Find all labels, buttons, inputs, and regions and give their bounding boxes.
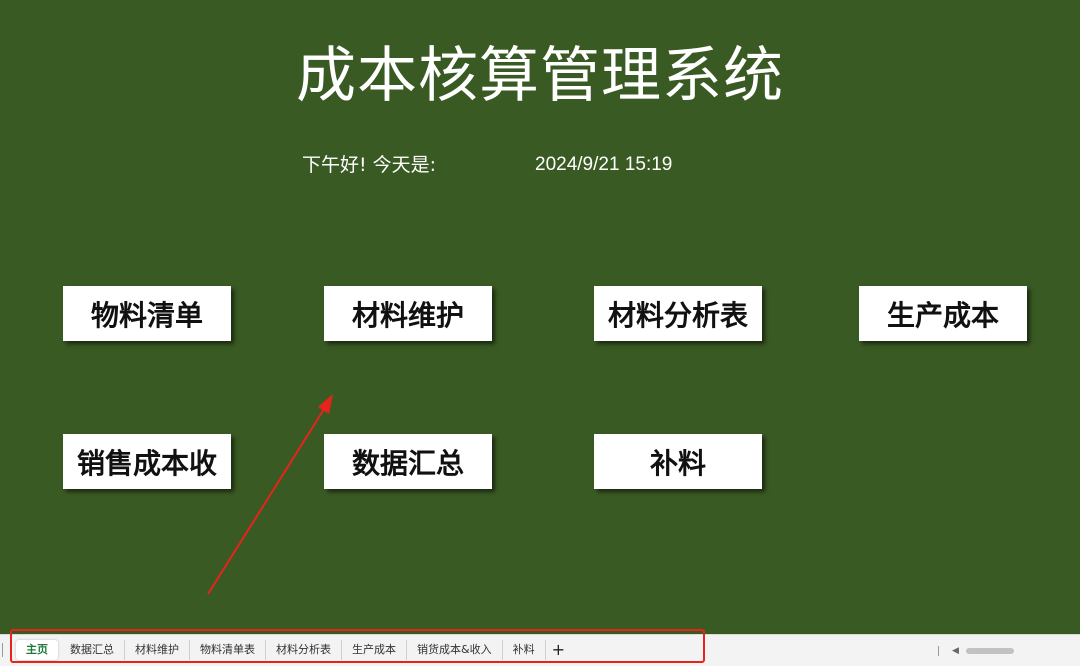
tab-material-analysis[interactable]: 材料分析表 — [266, 640, 342, 660]
chevron-left-icon[interactable]: ◀ — [952, 644, 959, 658]
tab-material-maintenance[interactable]: 材料维护 — [125, 640, 190, 660]
sheet-tab-bar: 主页 数据汇总 材料维护 物料清单表 材料分析表 生产成本 销货成本&收入 补料… — [0, 634, 1080, 666]
sheet-tabs: 主页 数据汇总 材料维护 物料清单表 材料分析表 生产成本 销货成本&收入 补料… — [16, 638, 571, 662]
material-analysis-button[interactable]: 材料分析表 — [594, 286, 762, 341]
dashboard-sheet: 成本核算管理系统 下午好! 今天是: 2024/9/21 15:19 物料清单 … — [0, 0, 1080, 634]
tab-bar-divider — [2, 643, 3, 657]
tab-data-summary[interactable]: 数据汇总 — [60, 640, 125, 660]
production-cost-button[interactable]: 生产成本 — [859, 286, 1027, 341]
page-title: 成本核算管理系统 — [296, 41, 784, 111]
tab-materials-list[interactable]: 物料清单表 — [190, 640, 266, 660]
sales-cost-income-button[interactable]: 销售成本收 — [63, 434, 231, 489]
data-summary-button[interactable]: 数据汇总 — [324, 434, 492, 489]
material-maintenance-button[interactable]: 材料维护 — [324, 286, 492, 341]
tab-home[interactable]: 主页 — [16, 640, 58, 660]
plus-icon[interactable]: + — [546, 640, 571, 660]
supplementary-material-button[interactable]: 补料 — [594, 434, 762, 489]
scrollbar-divider — [938, 646, 939, 656]
greeting-label: 下午好! 今天是: — [302, 154, 437, 176]
tab-production-cost[interactable]: 生产成本 — [342, 640, 407, 660]
horizontal-scrollbar[interactable]: ◀ — [938, 644, 1073, 658]
scrollbar-thumb[interactable] — [966, 648, 1014, 654]
tab-cost-of-goods-income[interactable]: 销货成本&收入 — [407, 640, 503, 660]
current-datetime: 2024/9/21 15:19 — [535, 154, 673, 175]
materials-list-button[interactable]: 物料清单 — [63, 286, 231, 341]
tab-supplementary-material[interactable]: 补料 — [503, 640, 546, 660]
